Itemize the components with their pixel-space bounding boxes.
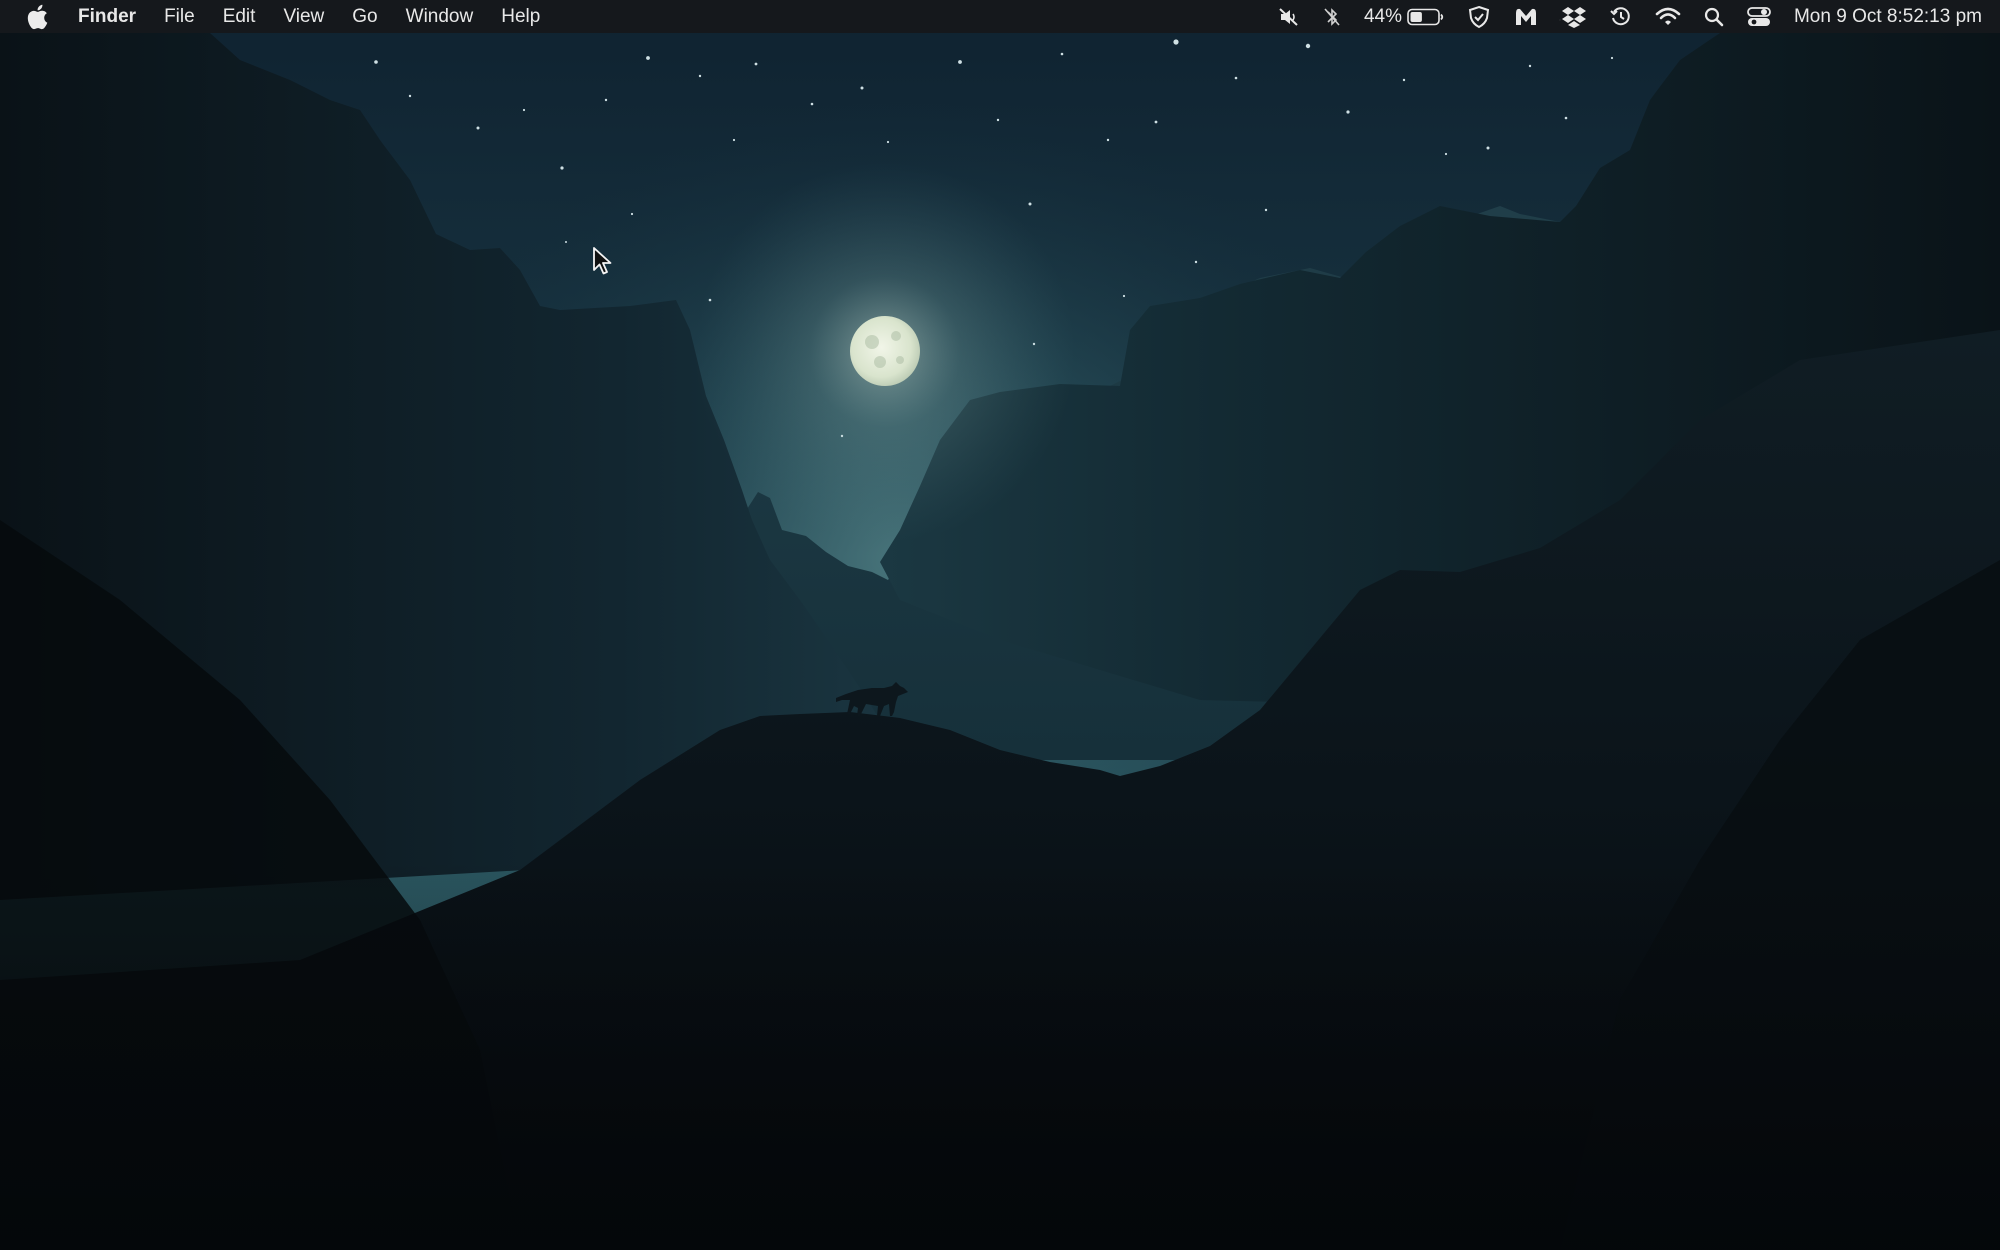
wallpaper: [0, 0, 2000, 1250]
menu-bar-left: Finder File Edit View Go Window Help: [24, 0, 554, 33]
dropbox-icon[interactable]: [1561, 0, 1587, 33]
arrow-pointer-icon: [593, 247, 612, 275]
time-machine-icon[interactable]: [1609, 0, 1633, 33]
clock-time: 8:52:13 pm: [1886, 5, 1982, 27]
menu-help[interactable]: Help: [487, 0, 554, 33]
menu-app-finder[interactable]: Finder: [64, 0, 150, 33]
menu-view[interactable]: View: [269, 0, 338, 33]
menu-bar-clock[interactable]: Mon 9 Oct 8:52:13 pm: [1794, 6, 1982, 28]
control-center-icon[interactable]: [1747, 0, 1771, 33]
menu-edit[interactable]: Edit: [209, 0, 270, 33]
menu-file[interactable]: File: [150, 0, 209, 33]
battery-percent: 44%: [1363, 5, 1402, 27]
bottom-shadow: [0, 860, 2000, 1250]
battery-icon: [1407, 8, 1444, 25]
menu-go[interactable]: Go: [338, 0, 391, 33]
wifi-icon[interactable]: [1655, 0, 1681, 33]
battery-status[interactable]: 44%: [1364, 0, 1445, 33]
clock-date: Mon 9 Oct: [1793, 5, 1882, 27]
bluetooth-off-icon[interactable]: [1322, 0, 1342, 33]
speaker-muted-icon[interactable]: [1278, 0, 1300, 33]
menu-window[interactable]: Window: [392, 0, 488, 33]
malwarebytes-icon[interactable]: [1513, 0, 1539, 33]
menu-bar: Finder File Edit View Go Window Help 44%…: [0, 0, 2000, 33]
search-icon[interactable]: [1703, 0, 1725, 33]
menu-bar-right: 44% Mon 9 Oct 8:52:13 pm: [1267, 0, 1982, 33]
moon: [850, 316, 920, 386]
apple-logo-icon[interactable]: [24, 3, 50, 31]
shield-check-icon[interactable]: [1467, 0, 1491, 33]
desktop: Finder File Edit View Go Window Help 44%…: [0, 0, 2000, 1250]
